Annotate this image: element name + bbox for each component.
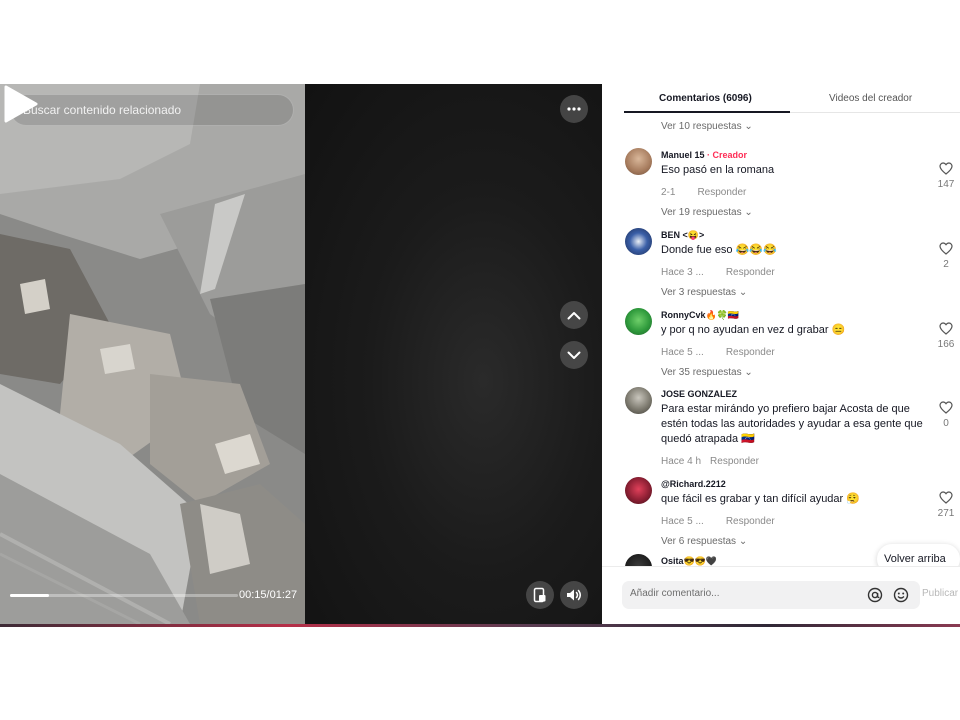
heart-icon[interactable]: [939, 401, 953, 414]
comment-meta: Hace 4 h Responder: [661, 456, 759, 467]
search-placeholder: Buscar contenido relacionado: [23, 103, 182, 117]
emoji-icon[interactable]: [893, 587, 909, 603]
time-display: 00:15/01:27: [239, 589, 298, 601]
search-bar[interactable]: Buscar contenido relacionado: [10, 94, 294, 126]
like-count: 147: [937, 179, 955, 190]
comments-panel: Comentarios (6096) Videos del creador Ve…: [602, 84, 960, 624]
comment-author[interactable]: BEN <😝>: [661, 230, 704, 241]
view-replies-link[interactable]: Ver 10 respuestas ⌄: [661, 121, 753, 132]
comment-text: Para estar mirándo yo prefiero bajar Aco…: [661, 403, 923, 445]
next-video-button[interactable]: [560, 341, 588, 369]
back-to-top-button[interactable]: Volver arriba: [877, 544, 960, 566]
reply-button[interactable]: Responder: [726, 267, 775, 278]
view-replies-link[interactable]: Ver 35 respuestas ⌄: [661, 367, 753, 378]
comment-text: y por q no ayudan en vez d grabar 😑: [661, 324, 846, 336]
floating-player-icon: [533, 587, 546, 603]
like-count: 271: [937, 508, 955, 519]
progress-fill: [10, 594, 49, 597]
publish-button[interactable]: Publicar: [922, 588, 958, 599]
heart-icon[interactable]: [939, 491, 953, 504]
comment-input[interactable]: Añadir comentario...: [622, 581, 920, 609]
view-replies-link[interactable]: Ver 19 respuestas ⌄: [661, 207, 753, 218]
video-player[interactable]: Buscar contenido relacionado 00:15/01:27: [0, 84, 602, 624]
comment-text: Eso pasó en la romana: [661, 164, 775, 176]
comment-author[interactable]: Manuel 15 · Creador: [661, 150, 747, 160]
mention-icon[interactable]: [867, 587, 883, 603]
comment-author[interactable]: Osita😎😎🖤: [661, 556, 717, 566]
progress-bar[interactable]: [10, 594, 238, 597]
play-icon[interactable]: [0, 84, 40, 124]
video-background: [305, 84, 602, 624]
comment-placeholder: Añadir comentario...: [630, 588, 720, 599]
avatar[interactable]: [625, 477, 652, 504]
comment-text: Donde fue eso 😂😂😂: [661, 244, 777, 256]
avatar[interactable]: [625, 387, 652, 414]
reply-button[interactable]: Responder: [726, 516, 775, 527]
speaker-icon: [567, 589, 581, 601]
reply-button[interactable]: Responder: [697, 187, 746, 198]
avatar[interactable]: [625, 228, 652, 255]
like-count: 2: [943, 259, 949, 270]
creator-badge: · Creador: [707, 150, 748, 160]
heart-icon[interactable]: [939, 322, 953, 335]
video-still-image: [0, 84, 305, 624]
chevron-down-icon: [567, 351, 581, 359]
comment-meta: Hace 3 ... Responder: [661, 267, 775, 278]
reply-button[interactable]: Responder: [710, 456, 759, 467]
comment-author[interactable]: @Richard.2212: [661, 479, 726, 489]
panel-tabs: Comentarios (6096) Videos del creador: [624, 84, 960, 113]
avatar[interactable]: [625, 554, 652, 566]
chevron-up-icon: [567, 311, 581, 319]
more-options-button[interactable]: [560, 95, 588, 123]
comment-list[interactable]: Ver 10 respuestas ⌄ Manuel 15 · Creador …: [602, 113, 960, 566]
comment-meta: 2-1 Responder: [661, 187, 747, 198]
comment-author[interactable]: RonnyCvk🔥🍀🇻🇪: [661, 310, 739, 321]
comment-text: que fácil es grabar y tan difícil ayudar…: [661, 493, 860, 505]
comment-meta: Hace 5 ... Responder: [661, 347, 775, 358]
comment-meta: Hace 5 ... Responder: [661, 516, 775, 527]
view-replies-link[interactable]: Ver 6 respuestas ⌄: [661, 536, 747, 547]
video-frame[interactable]: Buscar contenido relacionado 00:15/01:27: [0, 84, 305, 624]
view-replies-link[interactable]: Ver 3 respuestas ⌄: [661, 287, 747, 298]
heart-icon[interactable]: [939, 162, 953, 175]
heart-icon[interactable]: [939, 242, 953, 255]
comment-input-area: Añadir comentario... Publicar: [602, 566, 960, 624]
page-bottom-strip: [0, 624, 960, 627]
more-icon: [567, 107, 581, 111]
picture-in-picture-button[interactable]: [526, 581, 554, 609]
like-count: 0: [943, 418, 949, 429]
avatar[interactable]: [625, 308, 652, 335]
previous-video-button[interactable]: [560, 301, 588, 329]
app-window: Buscar contenido relacionado 00:15/01:27: [0, 84, 960, 627]
like-count: 166: [937, 339, 955, 350]
tab-creator-videos[interactable]: Videos del creador: [829, 93, 912, 104]
reply-button[interactable]: Responder: [726, 347, 775, 358]
avatar[interactable]: [625, 148, 652, 175]
tab-comments[interactable]: Comentarios (6096): [659, 93, 752, 104]
comment-author[interactable]: JOSE GONZALEZ: [661, 389, 737, 399]
volume-button[interactable]: [560, 581, 588, 609]
